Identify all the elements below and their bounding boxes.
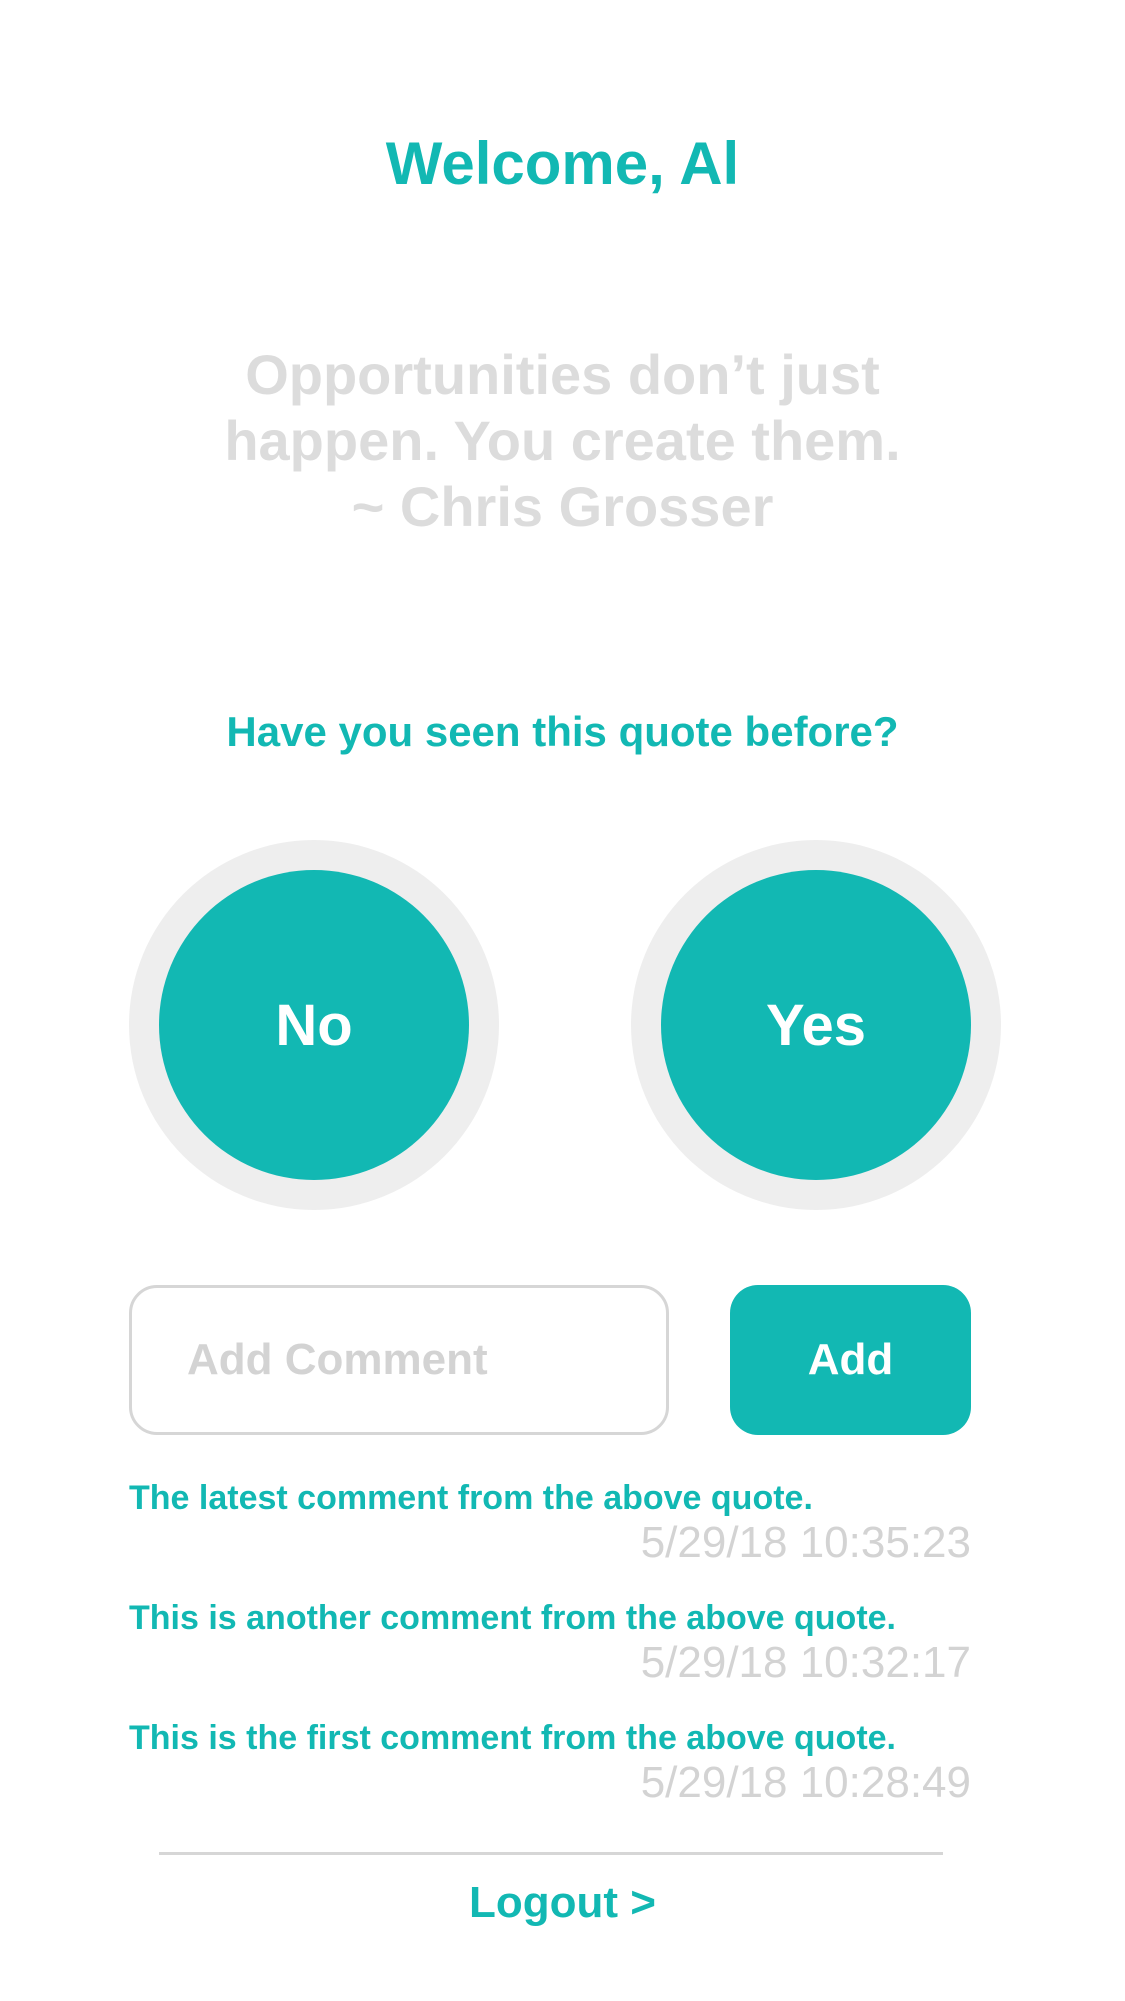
no-button[interactable]: No [159,870,469,1180]
comment-timestamp: 5/29/18 10:28:49 [640,1758,971,1807]
footer-divider [159,1852,943,1855]
comment-text: The latest comment from the above quote. [129,1479,813,1517]
comment-item: The latest comment from the above quote.… [129,1478,971,1598]
comment-timestamp: 5/29/18 10:35:23 [640,1518,971,1567]
comment-list: The latest comment from the above quote.… [129,1478,971,1838]
yes-button-ring: Yes [631,840,1001,1210]
yes-button[interactable]: Yes [661,870,971,1180]
add-comment-button[interactable]: Add [730,1285,971,1435]
logout-link[interactable]: Logout > [0,1877,1125,1929]
no-button-ring: No [129,840,499,1210]
comment-item: This is another comment from the above q… [129,1598,971,1718]
quote-text: Opportunities don’t just happen. You cre… [140,342,985,540]
comment-timestamp: 5/29/18 10:32:17 [640,1638,971,1687]
quote-author: ~ Chris Grosser [351,475,774,538]
question-prompt: Have you seen this quote before? [226,708,899,755]
comment-input[interactable] [129,1285,669,1435]
comment-text: This is another comment from the above q… [129,1599,896,1637]
comment-text: This is the first comment from the above… [129,1719,896,1757]
quote-line: Opportunities don’t just [245,343,880,406]
welcome-title: Welcome, Al [385,130,740,198]
quote-line: happen. You create them. [224,409,901,472]
comment-item: This is the first comment from the above… [129,1718,971,1838]
